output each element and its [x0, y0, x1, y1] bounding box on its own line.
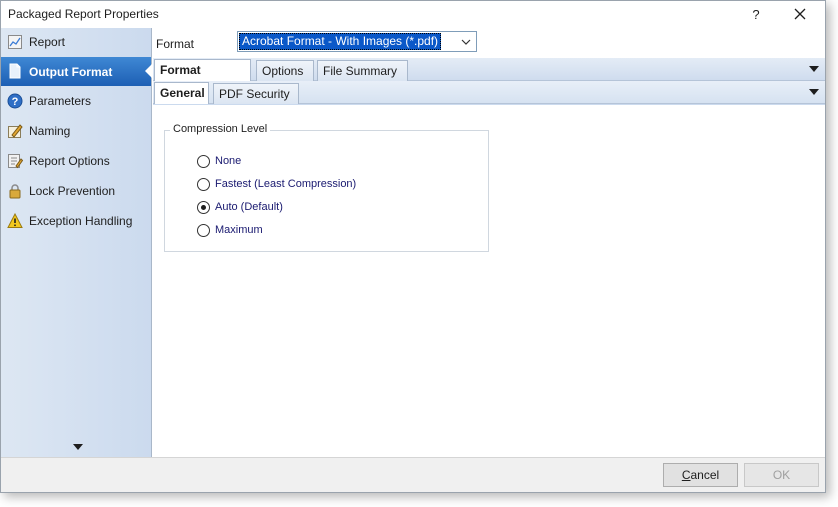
- sidebar-item-label: Report: [29, 35, 66, 49]
- subtabs-overflow-icon[interactable]: [809, 89, 819, 95]
- title-bar: Packaged Report Properties ?: [1, 1, 825, 28]
- svg-text:?: ?: [12, 96, 19, 108]
- sidebar-item-label: Lock Prevention: [29, 184, 116, 198]
- tab-format-options[interactable]: Format Options: [154, 59, 251, 97]
- tab-file-summary[interactable]: File Summary: [317, 60, 408, 81]
- sidebar-item-label: Report Options: [29, 154, 110, 168]
- report-options-icon: [8, 154, 23, 169]
- radio-fastest[interactable]: Fastest (Least Compression): [197, 175, 356, 193]
- cancel-label: ancel: [690, 468, 720, 482]
- format-label: Format: [156, 37, 195, 51]
- document-icon: [9, 63, 21, 79]
- tab-label: General: [160, 86, 205, 100]
- sidebar-item-naming[interactable]: Naming: [1, 117, 151, 145]
- ok-label: OK: [772, 468, 791, 482]
- sidebar-item-report-options[interactable]: Report Options: [1, 147, 151, 175]
- format-dropdown[interactable]: Acrobat Format - With Images (*.pdf): [237, 31, 477, 52]
- main-panel: Format Acrobat Format - With Images (*.p…: [153, 28, 825, 457]
- general-subtabs: General PDF Security: [153, 81, 825, 104]
- sidebar-item-output-format[interactable]: Output Format: [1, 57, 152, 86]
- tab-label: PDF Security: [219, 87, 290, 101]
- format-dropdown-value: Acrobat Format - With Images (*.pdf): [239, 33, 442, 50]
- tab-pdf-security[interactable]: PDF Security: [213, 83, 299, 104]
- close-button[interactable]: [785, 3, 815, 25]
- radio-auto[interactable]: Auto (Default): [197, 198, 283, 216]
- tab-label: Options: [262, 64, 304, 78]
- format-row: Format Acrobat Format - With Images (*.p…: [153, 28, 825, 58]
- help-glyph: ?: [752, 6, 760, 22]
- sidebar-item-label: Exception Handling: [29, 214, 133, 228]
- sidebar-item-exception-handling[interactable]: Exception Handling: [1, 207, 151, 235]
- radio-label: Fastest (Least Compression): [215, 178, 357, 190]
- groupbox-title: Compression Level: [170, 123, 271, 135]
- radio-none[interactable]: None: [197, 152, 241, 170]
- dialog-footer: Cancel OK: [1, 457, 825, 492]
- cancel-mnemonic: C: [681, 468, 691, 482]
- ok-button[interactable]: OK: [744, 463, 819, 487]
- radio-button[interactable]: [197, 200, 210, 214]
- chevron-down-icon: [461, 39, 471, 45]
- radio-label: None: [215, 155, 242, 167]
- close-icon: [794, 8, 806, 20]
- sidebar-item-lock-prevention[interactable]: Lock Prevention: [1, 177, 151, 205]
- sidebar-item-label: Naming: [29, 124, 71, 138]
- cancel-button[interactable]: Cancel: [663, 463, 738, 487]
- help-circle-icon: ?: [7, 93, 23, 109]
- general-content: Compression Level None Fastest (Least Co…: [153, 105, 825, 457]
- tabs-overflow-icon[interactable]: [809, 66, 819, 72]
- radio-button[interactable]: [197, 223, 210, 237]
- dialog-window: Packaged Report Properties ? Report Outp…: [0, 0, 826, 493]
- report-icon: [8, 35, 22, 49]
- tab-label: File Summary: [323, 64, 398, 78]
- radio-button[interactable]: [197, 154, 210, 168]
- lock-icon: [9, 184, 21, 199]
- tab-general[interactable]: General: [154, 82, 209, 104]
- sidebar-item-parameters[interactable]: ? Parameters: [1, 87, 151, 115]
- sidebar-item-label: Output Format: [29, 64, 113, 79]
- warning-icon: [7, 213, 23, 228]
- pencil-icon: [8, 124, 23, 138]
- sidebar-scroll-down-icon[interactable]: [73, 444, 83, 450]
- format-tabs: Format Options Options File Summary: [153, 58, 825, 97]
- radio-maximum[interactable]: Maximum: [197, 221, 263, 239]
- help-button[interactable]: ?: [741, 3, 771, 25]
- radio-label: Maximum: [215, 224, 263, 236]
- radio-button[interactable]: [197, 177, 210, 191]
- compression-level-group: Compression Level None Fastest (Least Co…: [164, 123, 489, 252]
- sidebar-item-label: Parameters: [29, 94, 92, 108]
- tab-options[interactable]: Options: [256, 60, 314, 81]
- sidebar: Report Output Format ? Parameters Naming: [1, 28, 152, 457]
- window-title: Packaged Report Properties: [8, 7, 159, 21]
- sidebar-item-report[interactable]: Report: [1, 28, 151, 56]
- radio-label: Auto (Default): [215, 201, 283, 213]
